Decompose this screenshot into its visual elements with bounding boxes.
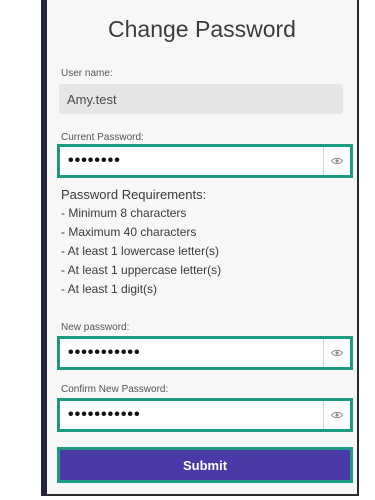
username-field: Amy.test [59,84,343,114]
current-password-label: Current Password: [61,132,144,143]
username-value: Amy.test [67,92,117,107]
requirement-item: - At least 1 lowercase letter(s) [61,244,220,258]
page: Change Password User name: Amy.test Curr… [0,0,375,500]
new-password-label: New password: [61,322,130,333]
requirement-item: - Minimum 8 characters [61,206,187,220]
eye-icon[interactable] [324,401,350,429]
requirement-item: - At least 1 uppercase letter(s) [61,263,222,277]
page-title: Change Password [108,16,296,42]
submit-button[interactable]: Submit [60,450,350,480]
current-password-field: •••••••• [57,144,353,178]
confirm-password-input[interactable]: ••••••••••• [60,401,324,429]
username-label: User name: [61,68,113,79]
requirement-item: - At least 1 digit(s) [61,282,158,296]
confirm-password-field: ••••••••••• [57,398,353,432]
requirement-item: - Maximum 40 characters [61,225,197,239]
submit-highlight: Submit [57,447,353,483]
new-password-input[interactable]: ••••••••••• [60,339,324,367]
change-password-panel: Change Password User name: Amy.test Curr… [41,0,359,496]
requirements-heading: Password Requirements: [61,187,207,202]
confirm-password-label: Confirm New Password: [61,384,169,395]
eye-icon[interactable] [324,147,350,175]
current-password-input[interactable]: •••••••• [60,147,324,175]
new-password-field: ••••••••••• [57,336,353,370]
eye-icon[interactable] [324,339,350,367]
password-requirements: Password Requirements: - Minimum 8 chara… [61,185,221,299]
